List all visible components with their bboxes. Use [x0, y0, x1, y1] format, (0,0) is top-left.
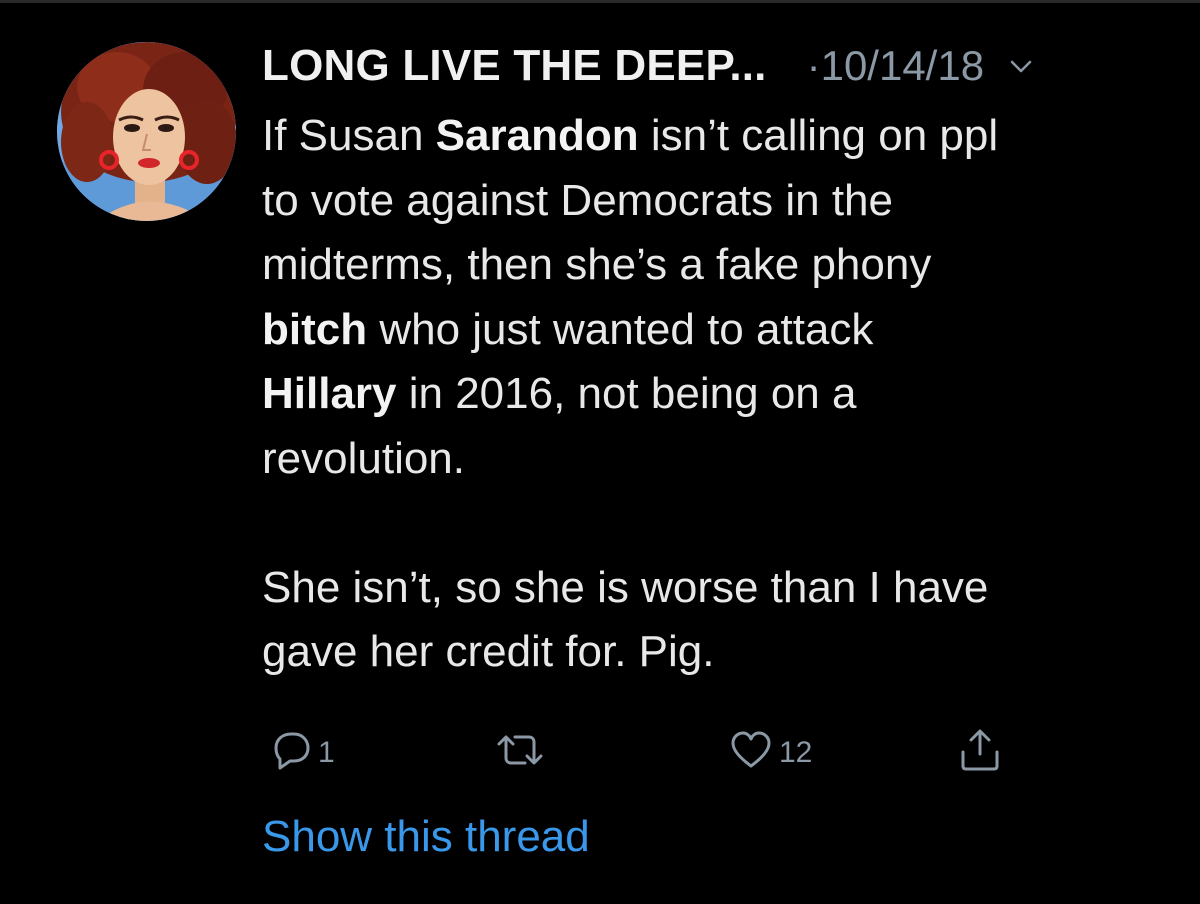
tweet-line: midterms, then she’s a fake phony	[262, 240, 932, 289]
tweet-text-bold: Hillary	[262, 369, 397, 418]
tweet-line: Hillary in 2016, not being on a	[262, 362, 1162, 427]
tweet-text-segment: who just wanted to attack	[367, 304, 874, 354]
avatar-portrait-image	[57, 42, 236, 221]
tweet-date[interactable]: ·10/14/18	[807, 42, 984, 90]
tweet-text-bold: bitch	[262, 304, 368, 354]
tweet-line: to vote against Democrats in the	[262, 175, 893, 225]
tweet-text-segment: in 2016, not being on a	[396, 369, 857, 418]
tweet-text-bold: Sarandon	[435, 111, 639, 160]
tweet-text: If Susan Sarandon isn’t calling on ppl t…	[262, 104, 1162, 685]
top-divider	[0, 0, 1200, 3]
reply-button[interactable]: 1	[266, 724, 335, 776]
tweet-text-segment: If Susan	[262, 111, 436, 160]
reply-icon	[266, 728, 314, 772]
share-button[interactable]	[956, 724, 1004, 776]
tweet-header: LONG LIVE THE DEEP... ·10/14/18	[262, 38, 1036, 94]
avatar[interactable]	[57, 42, 236, 221]
retweet-icon	[493, 728, 547, 772]
tweet-line: bitch who just wanted to attack	[262, 298, 1162, 363]
chevron-down-icon[interactable]	[1006, 51, 1036, 81]
tweet-line: revolution.	[262, 433, 466, 483]
tweet-actions: 1 12	[0, 724, 1200, 776]
retweet-button[interactable]	[493, 724, 551, 776]
reply-count: 1	[318, 736, 335, 769]
share-icon	[956, 726, 1004, 774]
tweet-line: If Susan Sarandon isn’t calling on ppl	[262, 104, 1162, 169]
display-name[interactable]: LONG LIVE THE DEEP...	[262, 41, 767, 91]
like-count: 12	[779, 736, 813, 769]
heart-icon	[727, 728, 775, 772]
tweet-line: gave her credit for. Pig.	[262, 627, 715, 676]
show-thread-link[interactable]: Show this thread	[262, 812, 590, 862]
tweet-line: She isn’t, so she is worse than I have	[262, 562, 989, 612]
like-button[interactable]: 12	[727, 724, 812, 776]
tweet-text-segment: isn’t calling on ppl	[638, 111, 999, 160]
